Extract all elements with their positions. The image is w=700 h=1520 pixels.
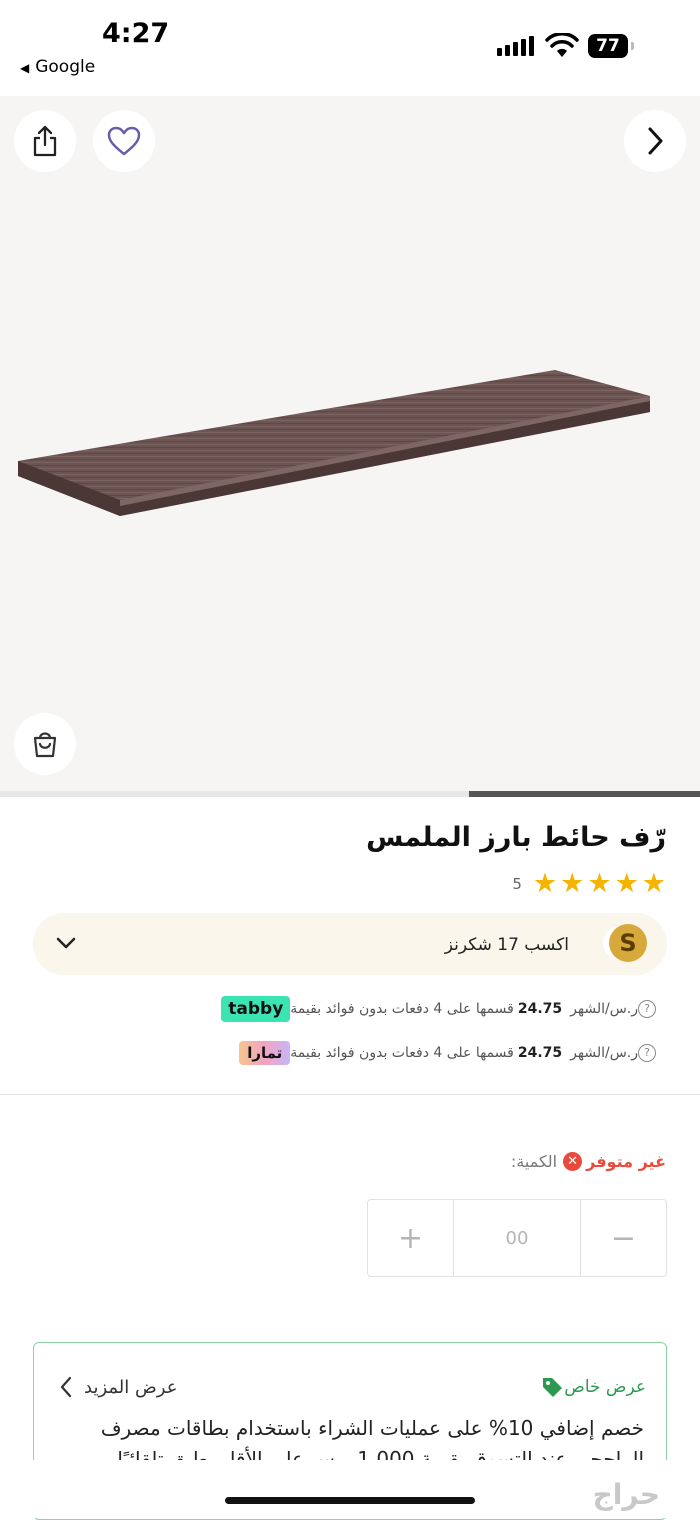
rating-count: 5 [512, 874, 522, 893]
back-label: Google [35, 57, 96, 77]
quantity-label: الكمية: [510, 1152, 558, 1171]
bottom-bar: حراج [0, 1460, 700, 1518]
product-gallery[interactable] [0, 96, 700, 791]
rating[interactable]: ★ ★ ★ ★ ★ 5 [512, 868, 666, 899]
status-bar: 4:27 ◀ Google 77 [0, 0, 700, 96]
installment-amount: 24.75 [517, 1045, 563, 1061]
star-icon: ★ [641, 868, 666, 899]
battery-icon: 77 [588, 34, 634, 58]
star-icon: ★ [532, 868, 558, 899]
tag-icon [543, 1378, 563, 1397]
view-more-link[interactable]: عرض المزيد [58, 1375, 177, 1399]
gallery-progress-fill [469, 791, 700, 797]
section-divider [0, 1094, 700, 1095]
loyalty-points-banner[interactable]: S اكسب 17 شكرنز [33, 913, 667, 975]
wifi-icon [545, 33, 579, 57]
cellular-icon [497, 36, 537, 56]
chevron-left-icon [60, 1376, 72, 1398]
quantity-value[interactable]: 00 [453, 1200, 581, 1276]
points-text: اكسب 17 شكرنز [444, 935, 569, 955]
offer-tag-label: عرض خاص [564, 1377, 646, 1397]
help-icon[interactable]: ? [638, 1000, 656, 1018]
shopping-bag-icon [33, 732, 57, 758]
star-icon: ★ [587, 868, 612, 899]
view-more-label: عرض المزيد [84, 1376, 178, 1398]
back-to-google[interactable]: ◀ Google [20, 57, 95, 77]
back-arrow-icon: ◀ [20, 61, 30, 75]
coin-icon: S [609, 924, 647, 962]
product-title: رّف حائط بارز الملمس [366, 822, 666, 853]
installment-text: قسمها على 4 دفعات بدون فوائد بقيمة [290, 1001, 514, 1017]
add-to-cart-button[interactable] [14, 713, 76, 775]
installment-unit: ر.س/الشهر [570, 1001, 638, 1017]
clock: 4:27 [102, 18, 170, 49]
installment-amount: 24.75 [517, 1001, 563, 1017]
installment-text: قسمها على 4 دفعات بدون فوائد بقيمة [290, 1045, 514, 1061]
chevron-down-icon[interactable] [55, 933, 77, 953]
tamara-installments[interactable]: تمارا قسمها على 4 دفعات بدون فوائد بقيمة… [229, 1041, 666, 1065]
home-indicator[interactable] [225, 1497, 475, 1504]
star-icon: ★ [560, 868, 585, 899]
product-image [18, 370, 650, 516]
gallery-progress [0, 791, 700, 797]
help-icon[interactable]: ? [638, 1044, 656, 1062]
tabby-installments[interactable]: tabby قسمها على 4 دفعات بدون فوائد بقيمة… [211, 996, 666, 1022]
tabby-logo: tabby [221, 996, 291, 1022]
increment-button[interactable]: + [368, 1200, 453, 1276]
quantity-stepper[interactable]: + 00 − [367, 1199, 667, 1277]
tamara-logo: تمارا [239, 1041, 291, 1065]
star-icon: ★ [614, 868, 639, 899]
decrement-button[interactable]: − [581, 1200, 666, 1276]
watermark: حراج [592, 1478, 660, 1511]
quantity-row: الكمية: ✕ غير متوفر [511, 1152, 666, 1171]
installment-unit: ر.س/الشهر [570, 1045, 638, 1061]
out-of-stock-status: غير متوفر [586, 1152, 666, 1171]
offer-tag: عرض خاص [532, 1375, 646, 1399]
close-circle-icon: ✕ [563, 1152, 583, 1171]
